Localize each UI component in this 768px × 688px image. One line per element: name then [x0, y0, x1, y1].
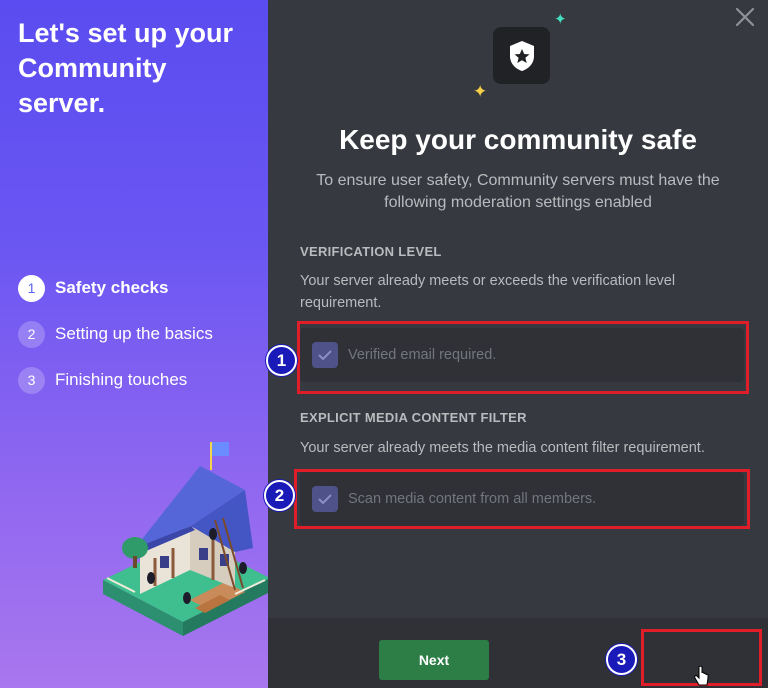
annotation-badge: 1 — [266, 345, 297, 376]
step-number: 1 — [18, 274, 45, 302]
step-label: Finishing touches — [55, 370, 188, 389]
verification-heading: VERIFICATION LEVEL — [300, 244, 442, 259]
sparkle-icon: ✦ — [473, 82, 488, 101]
close-icon[interactable] — [732, 6, 758, 32]
verification-description: Your server already meets or exceeds the… — [300, 273, 676, 311]
step-label: Setting up the basics — [55, 324, 213, 343]
scan-media-checkbox-row[interactable]: Scan media content from all members. — [300, 472, 744, 526]
shield-star-icon — [493, 27, 550, 84]
media-filter-description: Your server already meets the media cont… — [300, 440, 705, 456]
step-number: 3 — [18, 366, 45, 394]
checkbox-label: Scan media content from all members. — [348, 491, 597, 507]
step-finishing-touches: 3 Finishing touches — [18, 366, 213, 394]
step-list: 1 Safety checks 2 Setting up the basics … — [18, 274, 213, 412]
annotation-badge: 2 — [264, 480, 295, 511]
step-safety-checks: 1 Safety checks — [18, 274, 213, 302]
dialog-title: Keep your community safe — [339, 124, 697, 155]
step-number: 2 — [18, 320, 45, 348]
next-button[interactable]: Next — [379, 640, 489, 680]
sparkle-icon: ✦ — [554, 11, 567, 28]
checkbox[interactable] — [312, 342, 338, 368]
annotation-badge: 3 — [606, 644, 637, 675]
dialog-footer — [268, 618, 768, 688]
step-setting-up-basics: 2 Setting up the basics — [18, 320, 213, 348]
verified-email-checkbox-row[interactable]: Verified email required. — [300, 328, 744, 382]
setup-sidebar: Let's set up your Community server. 1 Sa… — [0, 0, 268, 688]
checkmark-icon — [318, 494, 332, 505]
sidebar-title: Let's set up your Community server. — [18, 18, 233, 118]
community-house-illustration — [103, 442, 268, 636]
dialog-subtitle: To ensure user safety, Community servers… — [316, 172, 720, 211]
hand-cursor-icon — [694, 666, 709, 686]
setup-dialog: ✦ ✦ Keep your community safe To ensure u… — [268, 0, 768, 688]
checkmark-icon — [318, 350, 332, 361]
step-label: Safety checks — [55, 278, 169, 297]
checkbox-label: Verified email required. — [348, 347, 497, 363]
media-filter-heading: EXPLICIT MEDIA CONTENT FILTER — [300, 410, 527, 425]
checkbox[interactable] — [312, 486, 338, 512]
